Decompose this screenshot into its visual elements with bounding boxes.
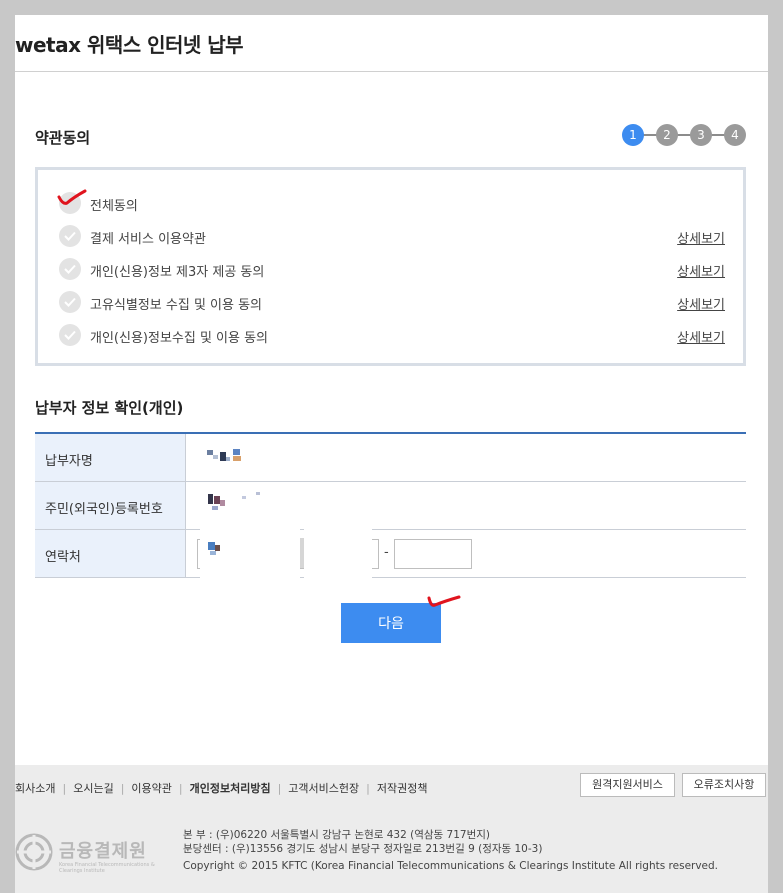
payer-section-title: 납부자 정보 확인(개인) (35, 399, 184, 417)
payer-name-value (187, 434, 746, 481)
step-3: 3 (690, 124, 712, 146)
agree-all-row[interactable]: 전체동의 (59, 192, 725, 214)
footer-link-company[interactable]: 회사소개 (15, 782, 55, 795)
step-2: 2 (656, 124, 678, 146)
page-title: wetax 위택스 인터넷 납부 (15, 33, 244, 57)
redaction-overlay (304, 482, 372, 582)
footer-link-service-charter[interactable]: 고객서비스헌장 (288, 782, 359, 795)
payer-id-row: 주민(외국인)등록번호 (35, 482, 746, 530)
terms-item-checkbox[interactable] (59, 291, 81, 313)
step-connector (632, 134, 736, 136)
terms-item-checkbox[interactable] (59, 258, 81, 280)
copyright-text: Copyright © 2015 KFTC (Korea Financial T… (183, 860, 719, 872)
payer-id-label: 주민(외국인)등록번호 (35, 482, 186, 529)
terms-item-payment-service[interactable]: 결제 서비스 이용약관 상세보기 (59, 225, 725, 247)
terms-item-label: 고유식별정보 수집 및 이용 동의 (90, 298, 263, 313)
agree-all-label: 전체동의 (90, 199, 138, 214)
address-bundang: 분당센터 : (우)13556 경기도 성남시 분당구 정자일로 213번길 9… (183, 843, 543, 855)
terms-item-detail-link[interactable]: 상세보기 (677, 294, 725, 313)
phone-dash: - (384, 545, 389, 560)
terms-item-detail-link[interactable]: 상세보기 (677, 261, 725, 280)
step-4: 4 (724, 124, 746, 146)
footer-link-directions[interactable]: 오시는길 (73, 782, 113, 795)
footer-link-copyright[interactable]: 저작권정책 (377, 782, 428, 795)
terms-item-label: 개인(신용)정보수집 및 이용 동의 (90, 331, 269, 346)
terms-item-label: 개인(신용)정보 제3자 제공 동의 (90, 265, 265, 280)
terms-section-title: 약관동의 (35, 129, 91, 147)
input-edge (300, 538, 304, 568)
terms-box: 전체동의 결제 서비스 이용약관 상세보기 개인(신용)정보 제3자 제공 동의… (35, 167, 746, 366)
payer-phone-row: 연락처 - (35, 530, 746, 578)
terms-item-label: 결제 서비스 이용약관 (90, 232, 206, 247)
payer-phone-label: 연락처 (35, 530, 186, 577)
terms-item-checkbox[interactable] (59, 324, 81, 346)
redacted-id-overlay (208, 492, 260, 555)
page-header: wetax 위택스 인터넷 납부 (15, 15, 768, 72)
terms-item-personal-info[interactable]: 개인(신용)정보수집 및 이용 동의 상세보기 (59, 324, 725, 346)
payment-window: wetax 위택스 인터넷 납부 약관동의 1 2 3 4 전체동의 결제 서비… (15, 15, 768, 893)
error-help-button[interactable]: 오류조치사항 (682, 773, 766, 797)
step-1: 1 (622, 124, 644, 146)
footer-link-terms[interactable]: 이용약관 (131, 782, 171, 795)
logo-name: 금융결제원 (59, 841, 147, 862)
address-hq: 본 부 : (우)06220 서울특별시 강남구 논현로 432 (역삼동 71… (183, 829, 490, 841)
payer-name-row: 납부자명 (35, 434, 746, 482)
terms-item-checkbox[interactable] (59, 225, 81, 247)
step-indicator: 1 2 3 4 (622, 124, 746, 146)
terms-item-detail-link[interactable]: 상세보기 (677, 228, 725, 247)
footer-link-privacy[interactable]: 개인정보처리방침 (190, 782, 271, 795)
kftc-emblem-icon (15, 833, 53, 871)
page-footer: 회사소개 | 오시는길 | 이용약관 | 개인정보처리방침 | 고객서비스헌장 | 저작권정책 원격… (15, 765, 768, 893)
payer-name-label: 납부자명 (35, 434, 186, 481)
terms-item-unique-id[interactable]: 고유식별정보 수집 및 이용 동의 상세보기 (59, 291, 725, 313)
phone-part-3-input[interactable] (394, 539, 472, 569)
red-check-annotation (427, 595, 461, 607)
payer-info-table: 납부자명 주민(외국인)등록번호 연락처 - (35, 432, 746, 578)
terms-item-third-party[interactable]: 개인(신용)정보 제3자 제공 동의 상세보기 (59, 258, 725, 280)
redacted-name (207, 449, 241, 461)
kftc-logo: 금융결제원 Korea Financial Telecommunications… (15, 831, 155, 881)
remote-support-button[interactable]: 원격지원서비스 (580, 773, 675, 797)
logo-subtitle: Korea Financial Telecommunications & Cle… (59, 862, 155, 874)
footer-links: 회사소개 | 오시는길 | 이용약관 | 개인정보처리방침 | 고객서비스헌장 | 저작권정책 (15, 782, 428, 795)
red-check-annotation (57, 189, 87, 205)
terms-item-detail-link[interactable]: 상세보기 (677, 327, 725, 346)
